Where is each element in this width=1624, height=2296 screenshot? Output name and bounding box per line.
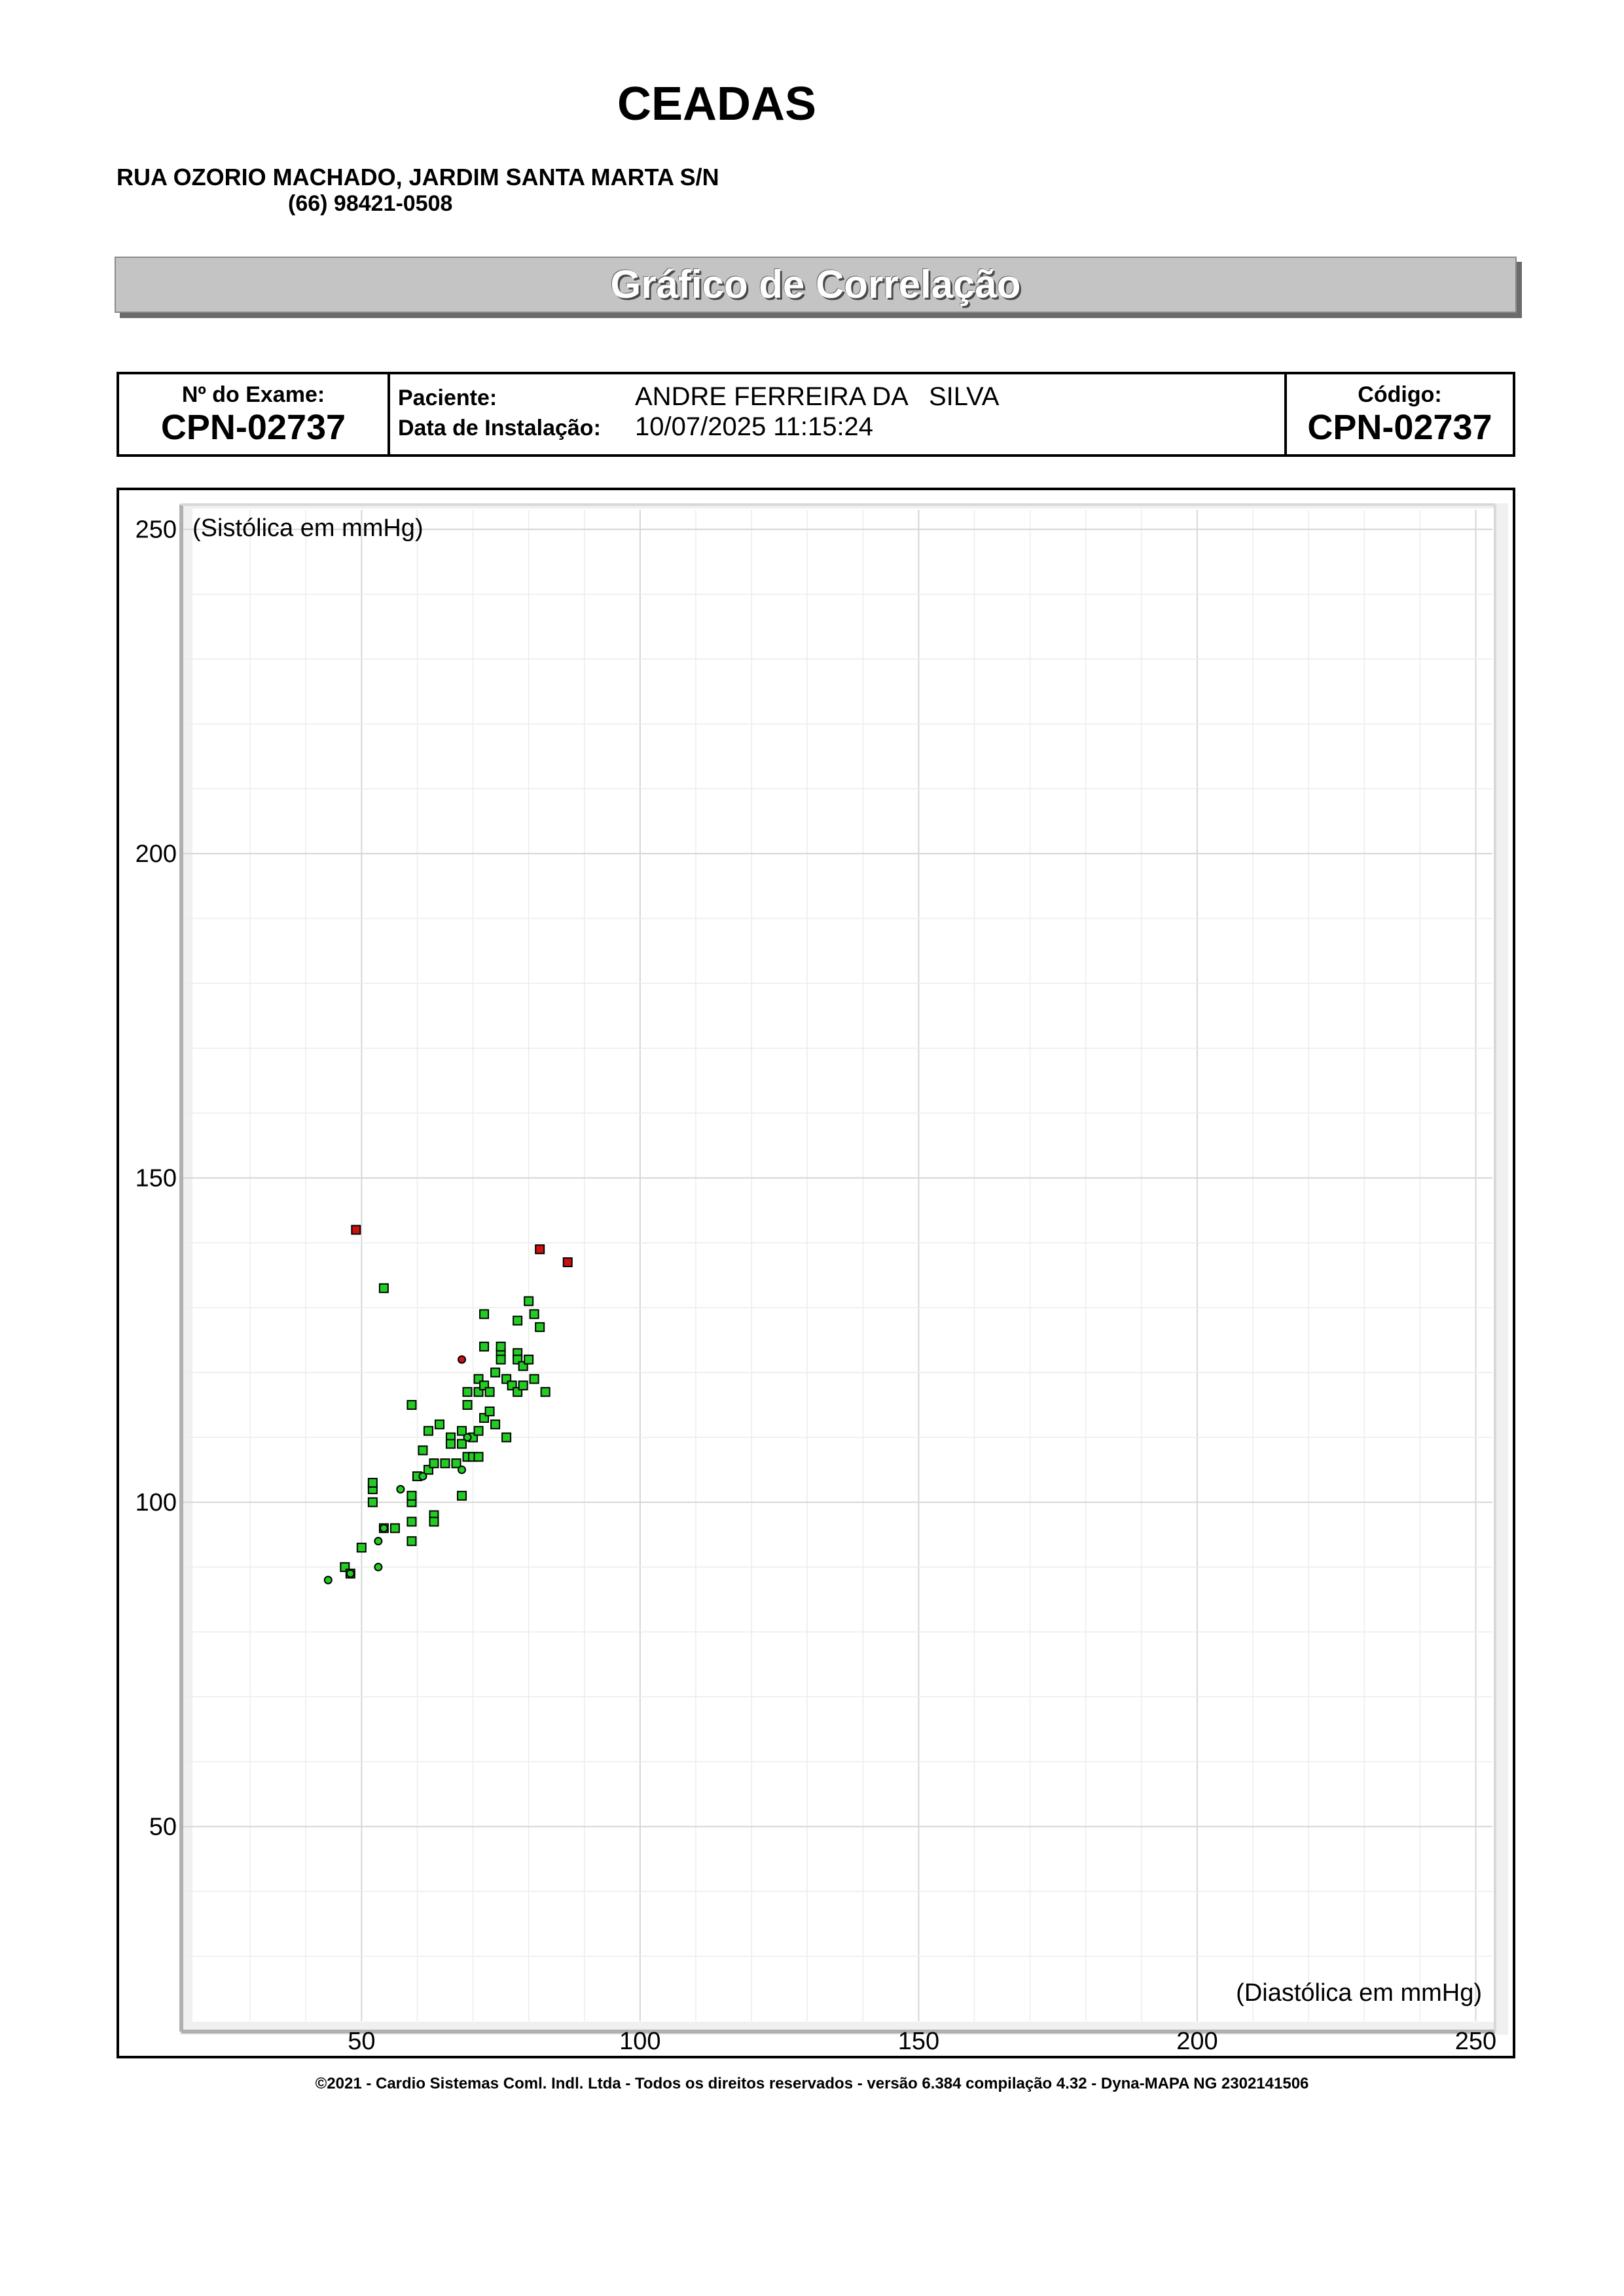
data-point bbox=[490, 1419, 501, 1429]
data-point bbox=[524, 1354, 534, 1365]
x-axis-label: (Diastólica em mmHg) bbox=[1236, 1979, 1482, 2007]
exam-number-cell: Nº do Exame: CPN-02737 bbox=[119, 374, 390, 454]
data-point bbox=[535, 1244, 545, 1255]
data-point bbox=[418, 1445, 428, 1456]
clinic-address: RUA OZORIO MACHADO, JARDIM SANTA MARTA S… bbox=[117, 164, 719, 190]
data-point bbox=[524, 1296, 534, 1306]
data-point bbox=[529, 1374, 539, 1384]
x-tick-label: 150 bbox=[898, 2028, 939, 2055]
data-point bbox=[451, 1458, 461, 1469]
data-point bbox=[535, 1322, 545, 1333]
data-point bbox=[351, 1225, 361, 1235]
y-tick-label: 50 bbox=[149, 1814, 177, 1841]
data-point bbox=[457, 1439, 467, 1449]
data-point bbox=[440, 1458, 450, 1469]
data-point bbox=[374, 1562, 383, 1571]
data-point bbox=[429, 1458, 439, 1469]
install-row: Data de Instalação: 10/07/2025 11:15:24 bbox=[398, 412, 873, 442]
data-point bbox=[518, 1380, 528, 1391]
data-point bbox=[529, 1309, 539, 1319]
data-point bbox=[462, 1387, 473, 1397]
report-banner: Gráfico de Correlação bbox=[115, 257, 1517, 313]
y-tick-label: 250 bbox=[135, 516, 177, 544]
y-tick-label: 100 bbox=[135, 1489, 177, 1516]
data-point bbox=[378, 1283, 389, 1293]
data-point bbox=[458, 1465, 467, 1475]
patient-cell: Paciente: ANDRE FERREIRA DA SILVA Data de… bbox=[390, 374, 1287, 454]
correlation-scatter-plot: 50 100 150 200 250 50 100 150 200 250 (Sistólica … bbox=[135, 503, 1508, 2055]
data-point bbox=[418, 1472, 427, 1481]
data-point bbox=[406, 1400, 417, 1410]
data-point bbox=[501, 1432, 512, 1443]
data-point bbox=[562, 1257, 573, 1268]
data-point bbox=[457, 1426, 467, 1436]
data-point bbox=[479, 1341, 490, 1352]
exam-number-value: CPN-02737 bbox=[160, 408, 346, 447]
data-point bbox=[423, 1426, 433, 1436]
plot-area bbox=[192, 509, 1495, 2022]
data-point bbox=[356, 1543, 367, 1553]
data-point bbox=[496, 1341, 506, 1352]
exam-info-table: Nº do Exame: CPN-02737 Paciente: ANDRE FE… bbox=[117, 372, 1515, 457]
banner-title: Gráfico de Correlação bbox=[610, 262, 1021, 306]
data-point bbox=[434, 1419, 444, 1429]
data-point bbox=[323, 1575, 333, 1585]
install-date-value: 10/07/2025 11:15:24 bbox=[635, 412, 874, 441]
data-point bbox=[396, 1484, 405, 1494]
x-tick-label: 100 bbox=[619, 2028, 660, 2055]
patient-row: Paciente: ANDRE FERREIRA DA SILVA bbox=[398, 382, 999, 412]
patient-name: ANDRE FERREIRA DA SILVA bbox=[635, 382, 1000, 411]
data-point bbox=[457, 1490, 467, 1501]
y-tick-label: 200 bbox=[135, 840, 177, 868]
data-point bbox=[406, 1516, 417, 1527]
x-tick-label: 250 bbox=[1455, 2028, 1496, 2055]
code-label: Código: bbox=[1358, 382, 1442, 407]
data-point bbox=[473, 1426, 484, 1436]
x-tick-label: 50 bbox=[348, 2028, 375, 2055]
install-date-label: Data de Instalação: bbox=[398, 416, 601, 440]
data-point bbox=[540, 1387, 550, 1397]
data-point bbox=[484, 1387, 495, 1397]
data-point bbox=[458, 1355, 467, 1364]
data-point bbox=[496, 1354, 506, 1365]
data-point bbox=[406, 1536, 417, 1547]
footer-copyright: ©2021 - Cardio Sistemas Coml. Indl. Ltda… bbox=[315, 2075, 1309, 2092]
data-point bbox=[462, 1400, 473, 1410]
data-point bbox=[513, 1316, 523, 1326]
data-point bbox=[367, 1477, 378, 1488]
y-tick-label: 150 bbox=[135, 1165, 177, 1193]
patient-label: Paciente: bbox=[398, 386, 497, 410]
data-point bbox=[374, 1537, 383, 1546]
data-point bbox=[446, 1439, 456, 1449]
code-cell: Código: CPN-02737 bbox=[1287, 374, 1513, 454]
x-tick-label: 200 bbox=[1176, 2028, 1218, 2055]
correlation-chart: 50 100 150 200 250 50 100 150 200 250 (Sistólica … bbox=[117, 488, 1515, 2058]
data-point bbox=[479, 1309, 490, 1319]
y-axis-label: (Sistólica em mmHg) bbox=[192, 514, 424, 542]
data-point bbox=[346, 1569, 355, 1578]
data-point bbox=[484, 1406, 495, 1416]
data-point bbox=[379, 1524, 388, 1533]
clinic-phone: (66) 98421-0508 bbox=[288, 191, 453, 216]
clinic-name: CEADAS bbox=[617, 78, 817, 130]
data-point bbox=[490, 1367, 501, 1378]
data-point bbox=[463, 1433, 472, 1442]
exam-number-label: Nº do Exame: bbox=[181, 382, 325, 407]
data-point bbox=[389, 1523, 400, 1534]
data-point bbox=[367, 1497, 378, 1507]
data-point bbox=[429, 1516, 439, 1527]
data-point bbox=[473, 1452, 484, 1462]
data-point bbox=[406, 1490, 417, 1501]
code-value: CPN-02737 bbox=[1307, 408, 1492, 447]
